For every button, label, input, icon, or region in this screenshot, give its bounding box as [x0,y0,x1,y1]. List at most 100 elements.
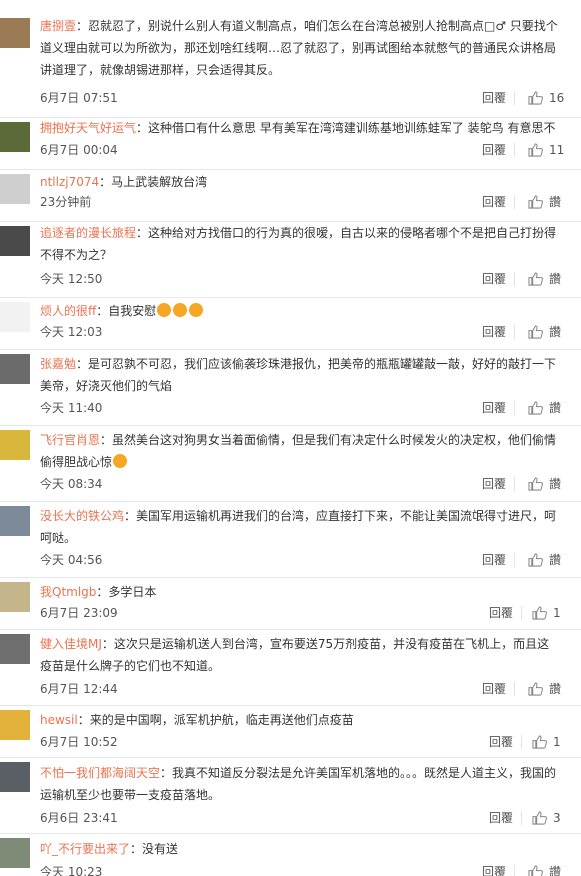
username-link[interactable]: 烦人的很ff [40,304,96,318]
username-link[interactable]: 唐捌壹 [40,19,76,33]
username-link[interactable]: 张嘉勉 [40,357,76,371]
like-button[interactable]: 11 [528,142,564,158]
user-avatar[interactable] [0,354,30,384]
reply-button[interactable]: 回覆 [482,476,506,492]
like-count: 讚 [549,325,562,339]
reply-button[interactable]: 回覆 [482,90,506,106]
like-count: 1 [553,606,561,620]
divider [514,865,515,876]
username-link[interactable]: 我Qtmlgb [40,585,96,599]
user-avatar[interactable] [0,710,30,740]
like-count: 讚 [549,477,562,491]
comment-text: 健入佳境MJ：这次只是运输机送人到台湾，宣布要送75万剂疫苗，并没有疫苗在飞机上… [40,633,561,677]
reply-button[interactable]: 回覆 [482,864,506,876]
like-button[interactable]: 讚 [528,476,561,492]
thumbs-up-icon [528,553,543,567]
like-button[interactable]: 讚 [528,864,561,876]
username-link[interactable]: hewsil [40,713,78,727]
emoji-icon [113,454,128,468]
thumbs-up-icon [532,811,547,825]
comment-text: 不怕一我们都海阔天空：我真不知道反分裂法是允许美国军机落地的。。。既然是人道主义… [40,762,561,806]
username-link[interactable]: 飞行官肖恩 [40,433,100,447]
like-button[interactable]: 讚 [528,324,561,340]
like-count: 讚 [549,195,562,209]
like-count: 11 [549,143,565,157]
thumbs-up-icon [528,91,543,105]
divider [514,477,515,491]
comment-timestamp: 6月7日 00:04 [40,143,118,157]
comment-list: 唐捌壹：忍就忍了，别说什么别人有道义制高点，咱们怎么在台湾总被别人抢制高点□♂ … [0,0,581,876]
like-button[interactable]: 讚 [528,681,561,697]
comment-item: 健入佳境MJ：这次只是运输机送人到台湾，宣布要送75万剂疫苗，并没有疫苗在飞机上… [0,630,581,706]
divider [514,272,515,286]
like-button[interactable]: 3 [532,810,565,826]
thumbs-up-icon [528,195,543,209]
comment-timestamp: 今天 10:23 [40,865,103,876]
like-button[interactable]: 讚 [528,271,561,287]
username-link[interactable]: 健入佳境MJ [40,637,102,651]
like-count: 16 [549,91,565,105]
reply-button[interactable]: 回覆 [482,142,506,158]
divider [521,735,522,749]
like-button[interactable]: 讚 [528,194,561,210]
comment-body: ：忍就忍了，别说什么别人有道义制高点，咱们怎么在台湾总被别人抢制高点□♂ 只要找… [40,19,558,77]
user-avatar[interactable] [0,226,30,256]
username-link[interactable]: 不怕一我们都海阔天空 [40,766,160,780]
comment-item: 没长大的铁公鸡：美国军用运输机再进我们的台湾，应直接打下来，不能让美国流氓得寸进… [0,502,581,578]
reply-button[interactable]: 回覆 [489,605,513,621]
like-button[interactable]: 16 [528,90,564,106]
user-avatar[interactable] [0,430,30,460]
comment-item: 烦人的很ff：自我安慰 今天 12:03 回覆 讚 [0,298,581,350]
comment-body: ：没有送 [130,842,179,856]
comment-timestamp: 今天 08:34 [40,477,103,491]
reply-button[interactable]: 回覆 [482,681,506,697]
user-avatar[interactable] [0,634,30,664]
user-avatar[interactable] [0,302,30,332]
like-button[interactable]: 1 [532,605,565,621]
username-link[interactable]: 追逐者的漫长旅程 [40,226,136,240]
user-avatar[interactable] [0,762,30,792]
username-link[interactable]: 吖_不行要出来了 [40,842,130,856]
username-link[interactable]: 拥抱好天气好运气 [40,121,136,135]
comment-item: 唐捌壹：忍就忍了，别说什么别人有道义制高点，咱们怎么在台湾总被别人抢制高点□♂ … [0,0,581,118]
like-button[interactable]: 讚 [528,400,561,416]
like-count: 讚 [549,865,562,876]
like-count: 讚 [549,682,562,696]
user-avatar[interactable] [0,582,30,612]
user-avatar[interactable] [0,18,30,48]
divider [514,195,515,209]
comment-body: ：来的是中国啊，派军机护航，临走再送他们点疫苗 [77,713,354,727]
comment-timestamp: 6月7日 07:51 [40,91,118,105]
like-button[interactable]: 1 [532,734,565,750]
reply-button[interactable]: 回覆 [482,324,506,340]
divider [521,606,522,620]
like-count: 讚 [549,553,562,567]
comment-body: ：多学日本 [96,585,157,599]
reply-button[interactable]: 回覆 [482,271,506,287]
user-avatar[interactable] [0,174,30,204]
thumbs-up-icon [528,865,543,876]
comment-item: 飞行官肖恩：虽然美台这对狗男女当着面偷情，但是我们有决定什么时候发火的决定权，他… [0,426,581,502]
emoji-icon [157,303,172,317]
user-avatar[interactable] [0,838,30,868]
comment-body: ：是可忍孰不可忍，我们应该偷袭珍珠港报仇，把美帝的瓶瓶罐罐敲一敲，好好的敲打一下… [40,357,557,393]
comment-timestamp: 6月7日 12:44 [40,682,118,696]
comment-item: 不怕一我们都海阔天空：我真不知道反分裂法是允许美国军机落地的。。。既然是人道主义… [0,758,581,834]
username-link[interactable]: 没长大的铁公鸡 [40,509,124,523]
comment-item: 吖_不行要出来了：没有送今天 10:23 回覆 讚 [0,834,581,876]
comment-text: 烦人的很ff：自我安慰 [40,300,561,322]
reply-button[interactable]: 回覆 [482,400,506,416]
like-count: 讚 [549,272,562,286]
user-avatar[interactable] [0,506,30,536]
username-link[interactable]: ntllzj7074 [40,175,99,189]
like-button[interactable]: 讚 [528,552,561,568]
user-avatar[interactable] [0,122,30,152]
reply-button[interactable]: 回覆 [489,734,513,750]
thumbs-up-icon [528,143,543,157]
reply-button[interactable]: 回覆 [489,810,513,826]
like-count: 讚 [549,401,562,415]
reply-button[interactable]: 回覆 [482,552,506,568]
reply-button[interactable]: 回覆 [482,194,506,210]
comment-text: 张嘉勉：是可忍孰不可忍，我们应该偷袭珍珠港报仇，把美帝的瓶瓶罐罐敲一敲，好好的敲… [40,353,561,397]
comment-text: 拥抱好天气好运气：这种借口有什么意思 早有美军在湾湾建训练基地训练蛙军了 装鸵鸟… [40,117,561,139]
